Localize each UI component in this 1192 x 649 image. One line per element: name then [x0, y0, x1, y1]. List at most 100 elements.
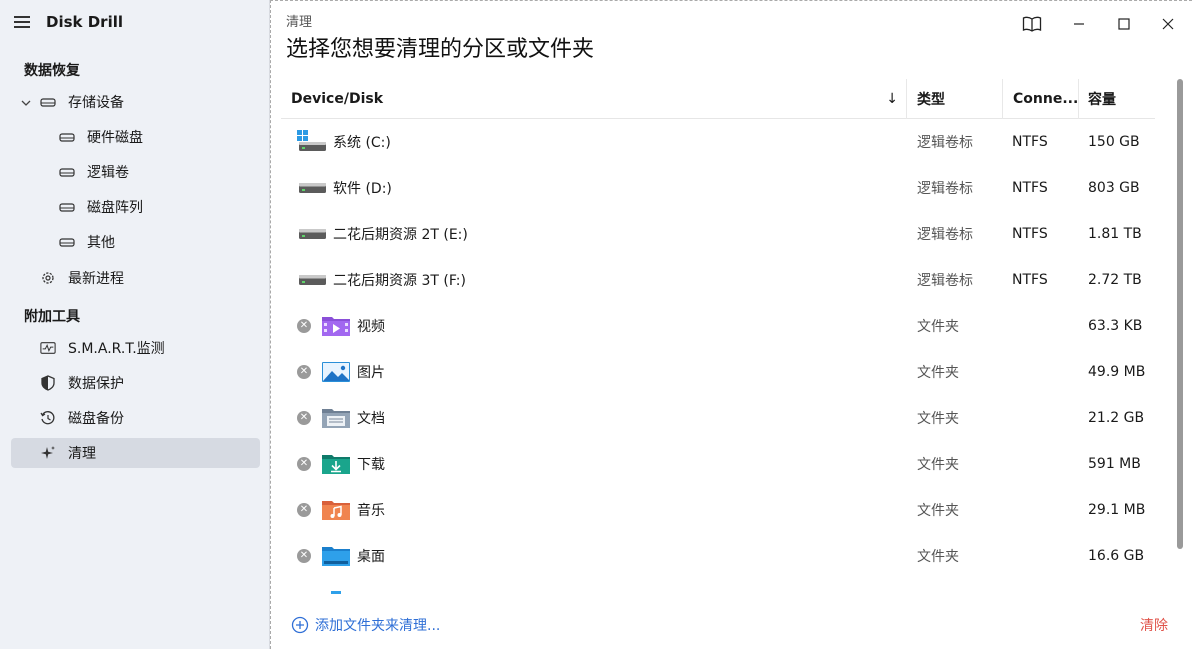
drive-icon [59, 199, 75, 215]
table-header: Device/Disk ↓ 类型 Conne... 容量 [281, 79, 1155, 119]
remove-icon[interactable]: ✕ [297, 411, 311, 425]
documents-folder-icon [321, 395, 351, 441]
table-row[interactable]: ✕ 文档 文件夹 21.2 GB [281, 395, 1155, 441]
sort-arrow-icon: ↓ [886, 91, 898, 107]
row-connection: NTFS [1012, 226, 1048, 242]
main-panel: 清理 选择您想要清理的分区或文件夹 Device/Disk ↓ 类型 Conne… [270, 0, 1192, 649]
table-row[interactable]: 软件 (D:) 逻辑卷标 NTFS 803 GB [281, 165, 1155, 211]
table-row[interactable]: ✕ 图片 文件夹 49.9 MB [281, 349, 1155, 395]
sparkle-icon [40, 445, 56, 461]
row-name: 桌面 [357, 549, 385, 565]
row-name: 文档 [357, 411, 385, 427]
sidebar-item-data-protection[interactable]: 数据保护 [40, 368, 124, 398]
breadcrumb: 清理 [286, 15, 313, 30]
row-type: 文件夹 [917, 549, 959, 565]
row-name: 图片 [357, 365, 385, 381]
row-size: 591 MB [1088, 456, 1141, 472]
sidebar-item-hardware-disk[interactable]: 硬件磁盘 [59, 122, 143, 152]
row-size: 16.6 GB [1088, 548, 1145, 564]
minimize-icon[interactable] [1068, 13, 1090, 35]
sidebar-item-label: 硬件磁盘 [87, 130, 143, 146]
column-device[interactable]: Device/Disk ↓ [281, 79, 907, 119]
remove-icon[interactable]: ✕ [297, 319, 311, 333]
column-connection[interactable]: Conne... [1003, 79, 1079, 119]
row-name: 二花后期资源 2T (E:) [333, 227, 468, 243]
book-icon[interactable] [1021, 13, 1043, 35]
scrollbar[interactable] [1177, 79, 1183, 549]
row-connection: NTFS [1012, 134, 1048, 150]
close-icon[interactable] [1157, 13, 1179, 35]
row-connection: NTFS [1012, 272, 1048, 288]
add-folder-label: 添加文件夹来清理... [315, 618, 441, 634]
app-header: Disk Drill [0, 0, 270, 46]
row-type: 文件夹 [917, 503, 959, 519]
column-size-label: 容量 [1088, 92, 1116, 108]
add-folder-button[interactable]: 添加文件夹来清理... [291, 615, 440, 635]
table-row[interactable]: ✕ 音乐 文件夹 29.1 MB [281, 487, 1155, 533]
sidebar-item-recent[interactable]: 最新进程 [40, 263, 124, 293]
pulse-monitor-icon [40, 340, 56, 356]
sidebar-item-storage[interactable]: 存储设备 [40, 87, 124, 117]
row-type: 文件夹 [917, 457, 959, 473]
maximize-icon[interactable] [1113, 13, 1135, 35]
music-folder-icon [321, 487, 351, 533]
app-title: Disk Drill [46, 13, 123, 31]
row-size: 29.1 MB [1088, 502, 1146, 518]
partial-row-icon [331, 591, 341, 594]
row-type: 逻辑卷标 [917, 273, 973, 289]
sidebar-item-other[interactable]: 其他 [59, 227, 115, 257]
row-connection: NTFS [1012, 180, 1048, 196]
column-connection-label: Conne... [1013, 91, 1079, 107]
row-type: 文件夹 [917, 411, 959, 427]
column-size[interactable]: 容量 [1079, 79, 1155, 119]
clear-button[interactable]: 清除 [1140, 615, 1168, 635]
row-type: 逻辑卷标 [917, 181, 973, 197]
sidebar: Disk Drill 数据恢复 存储设备 硬件磁盘 逻辑卷 磁盘阵列 其他 最新… [0, 0, 270, 649]
table-row[interactable]: 系统 (C:) 逻辑卷标 NTFS 150 GB [281, 119, 1155, 165]
drive-icon [59, 129, 75, 145]
table-row[interactable]: ✕ 下载 文件夹 591 MB [281, 441, 1155, 487]
table-row[interactable]: ✕ 桌面 文件夹 16.6 GB [281, 533, 1155, 579]
remove-icon[interactable]: ✕ [297, 503, 311, 517]
row-size: 2.72 TB [1088, 272, 1142, 288]
sidebar-item-disk-backup[interactable]: 磁盘备份 [40, 403, 124, 433]
downloads-folder-icon [321, 441, 351, 487]
row-name: 二花后期资源 3T (F:) [333, 273, 466, 289]
sidebar-item-smart[interactable]: S.M.A.R.T.监测 [40, 333, 165, 363]
column-device-label: Device/Disk [291, 91, 384, 107]
row-type: 文件夹 [917, 319, 959, 335]
sidebar-item-raid[interactable]: 磁盘阵列 [59, 192, 143, 222]
menu-icon[interactable] [14, 16, 30, 28]
drive-icon [40, 94, 56, 110]
sidebar-item-label: 磁盘阵列 [87, 200, 143, 216]
row-type: 文件夹 [917, 365, 959, 381]
drive-icon [59, 234, 75, 250]
row-size: 150 GB [1088, 134, 1140, 150]
row-size: 21.2 GB [1088, 410, 1145, 426]
drive-icon [297, 257, 331, 303]
shield-icon [40, 375, 56, 391]
section-tools: 附加工具 [24, 309, 80, 325]
history-icon [40, 410, 56, 426]
table-row[interactable]: ✕ 视频 文件夹 63.3 KB [281, 303, 1155, 349]
sidebar-item-label: 最新进程 [68, 271, 124, 287]
sidebar-item-logical-volume[interactable]: 逻辑卷 [59, 157, 129, 187]
sidebar-item-label: 逻辑卷 [87, 165, 129, 181]
remove-icon[interactable]: ✕ [297, 549, 311, 563]
remove-icon[interactable]: ✕ [297, 365, 311, 379]
row-name: 系统 (C:) [333, 135, 391, 151]
remove-icon[interactable]: ✕ [297, 457, 311, 471]
pictures-folder-icon [321, 349, 351, 395]
page-title: 选择您想要清理的分区或文件夹 [286, 37, 595, 62]
sidebar-item-label: 清理 [68, 446, 96, 462]
drive-icon [297, 165, 331, 211]
gear-icon [40, 270, 56, 286]
table-row[interactable]: 二花后期资源 3T (F:) 逻辑卷标 NTFS 2.72 TB [281, 257, 1155, 303]
table-row[interactable]: 二花后期资源 2T (E:) 逻辑卷标 NTFS 1.81 TB [281, 211, 1155, 257]
column-type[interactable]: 类型 [907, 79, 1003, 119]
chevron-down-icon[interactable] [20, 97, 32, 109]
sidebar-item-label: 磁盘备份 [68, 411, 124, 427]
sidebar-item-label: 数据保护 [68, 376, 124, 392]
sidebar-item-cleanup[interactable]: 清理 [11, 438, 260, 468]
row-size: 63.3 KB [1088, 318, 1143, 334]
